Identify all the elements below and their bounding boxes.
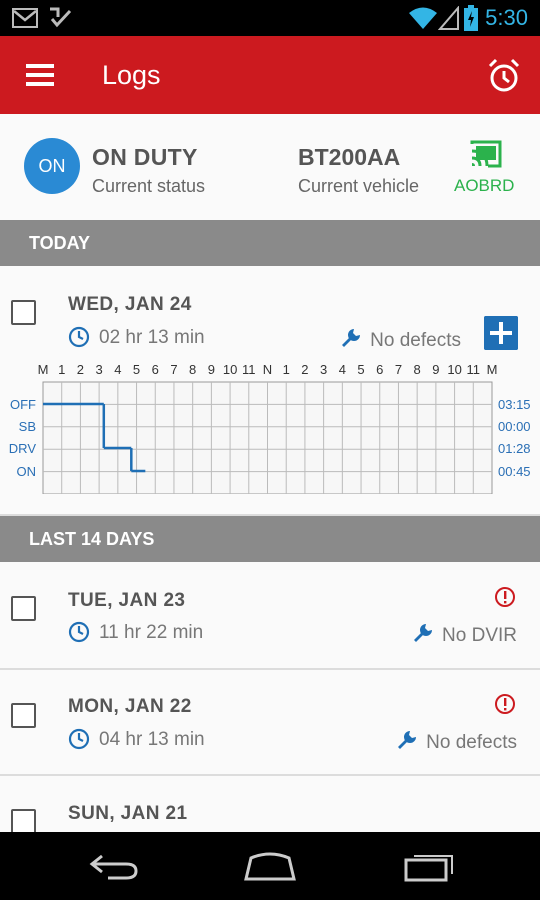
duty-status-title: ON DUTY [92, 144, 198, 170]
graph-hour-label: 5 [133, 362, 140, 377]
defect-status: No DVIR [412, 622, 517, 647]
log-date: MON, JAN 22 [68, 696, 192, 717]
graph-row-total: 00:45 [498, 464, 531, 479]
wrench-icon [414, 624, 433, 642]
graph-row-label: OFF [10, 397, 36, 412]
defect-label: No defects [370, 330, 461, 351]
graph-hour-label: 6 [376, 362, 383, 377]
wifi-icon [409, 7, 437, 29]
graph-row-label: ON [17, 464, 37, 479]
graph-hour-label: 5 [357, 362, 364, 377]
log-card[interactable]: TUE, JAN 23 11 hr 22 min No DVIR [0, 562, 540, 670]
defect-status: No defects [340, 327, 461, 352]
graph-hour-label: 7 [395, 362, 402, 377]
system-status-bar: 5:30 [0, 0, 540, 36]
log-duration: 04 hr 13 min [99, 729, 205, 750]
graph-hour-label: 9 [208, 362, 215, 377]
graph-hour-label: 2 [301, 362, 308, 377]
graph-hour-label: 1 [283, 362, 290, 377]
graph-hour-label: 4 [114, 362, 121, 377]
add-log-button[interactable] [484, 316, 518, 350]
graph-hour-label: 11 [467, 362, 481, 377]
gmail-icon [12, 8, 38, 28]
current-status-panel: ON ON DUTY Current status BT200AA Curren… [0, 114, 540, 220]
duty-status-subtitle: Current status [92, 176, 206, 196]
page-title: Logs [102, 60, 161, 90]
duty-status-graph: M 1 2 3 4 5 6 7 8 9 10 11 N 1 2 3 4 5 6 7 8 9 10 11 MOFF 03:15SB 0… [9, 362, 531, 494]
signal-icon [438, 6, 459, 30]
download-check-icon [50, 7, 72, 28]
graph-hour-label: N [263, 362, 272, 377]
log-date: WED, JAN 24 [68, 294, 192, 315]
graph-hour-label: 3 [96, 362, 103, 377]
log-duration: 02 hr 13 min [99, 327, 205, 348]
vehicle-subtitle: Current vehicle [298, 176, 420, 196]
graph-hour-label: 6 [152, 362, 159, 377]
graph-hour-label: M [38, 362, 49, 377]
graph-hour-label: 10 [447, 362, 461, 377]
vehicle-id: BT200AA [298, 144, 401, 170]
graph-row-total: 01:28 [498, 441, 531, 456]
back-icon[interactable] [88, 852, 140, 880]
home-icon[interactable] [243, 852, 297, 882]
graph-hour-label: 8 [189, 362, 196, 377]
log-checkbox[interactable] [11, 596, 36, 621]
graph-hour-label: 2 [77, 362, 84, 377]
recent-apps-icon[interactable] [404, 850, 456, 882]
graph-hour-label: 11 [242, 362, 256, 377]
cast-connection-icon[interactable] [470, 140, 502, 168]
clock-icon [68, 621, 90, 643]
graph-hour-label: M [487, 362, 498, 377]
duty-status-badge[interactable]: ON [24, 138, 80, 194]
section-header-last-14-days: LAST 14 DAYS [0, 516, 540, 562]
graph-row-label: SB [19, 419, 36, 434]
system-navigation-bar [0, 832, 540, 900]
section-header-today: TODAY [0, 220, 540, 266]
graph-row-label: DRV [9, 441, 37, 456]
graph-hour-label: 8 [414, 362, 421, 377]
warning-icon [495, 587, 515, 607]
app-bar: Logs [0, 36, 540, 114]
menu-icon[interactable] [22, 60, 62, 94]
clock-time: 5:30 [485, 5, 528, 30]
clock-icon [68, 326, 90, 348]
battery-charging-icon [464, 5, 478, 31]
defect-label: No DVIR [442, 625, 517, 646]
log-checkbox[interactable] [11, 703, 36, 728]
graph-hour-label: 9 [432, 362, 439, 377]
wrench-icon [342, 329, 361, 347]
defect-status: No defects [396, 729, 517, 754]
graph-hour-label: 4 [339, 362, 346, 377]
log-checkbox[interactable] [11, 809, 36, 834]
graph-hour-label: 1 [58, 362, 65, 377]
log-card[interactable]: MON, JAN 22 04 hr 13 min No defects [0, 670, 540, 776]
log-date: TUE, JAN 23 [68, 590, 186, 611]
log-card-today[interactable]: WED, JAN 24 02 hr 13 min No defects M123… [0, 266, 540, 516]
graph-row-total: 03:15 [498, 397, 531, 412]
log-card[interactable]: SUN, JAN 21 [0, 776, 540, 836]
warning-icon [495, 694, 515, 714]
wrench-icon [398, 731, 417, 749]
clock-icon [68, 728, 90, 750]
alarm-clock-icon[interactable] [484, 56, 524, 96]
graph-hour-label: 3 [320, 362, 327, 377]
log-checkbox[interactable] [11, 300, 36, 325]
defect-label: No defects [426, 732, 517, 753]
device-mode-label: AOBRD [454, 176, 515, 195]
graph-hour-label: 10 [223, 362, 237, 377]
graph-row-total: 00:00 [498, 419, 531, 434]
graph-hour-label: 7 [170, 362, 177, 377]
log-date: SUN, JAN 21 [68, 803, 188, 824]
log-duration: 11 hr 22 min [99, 622, 204, 643]
